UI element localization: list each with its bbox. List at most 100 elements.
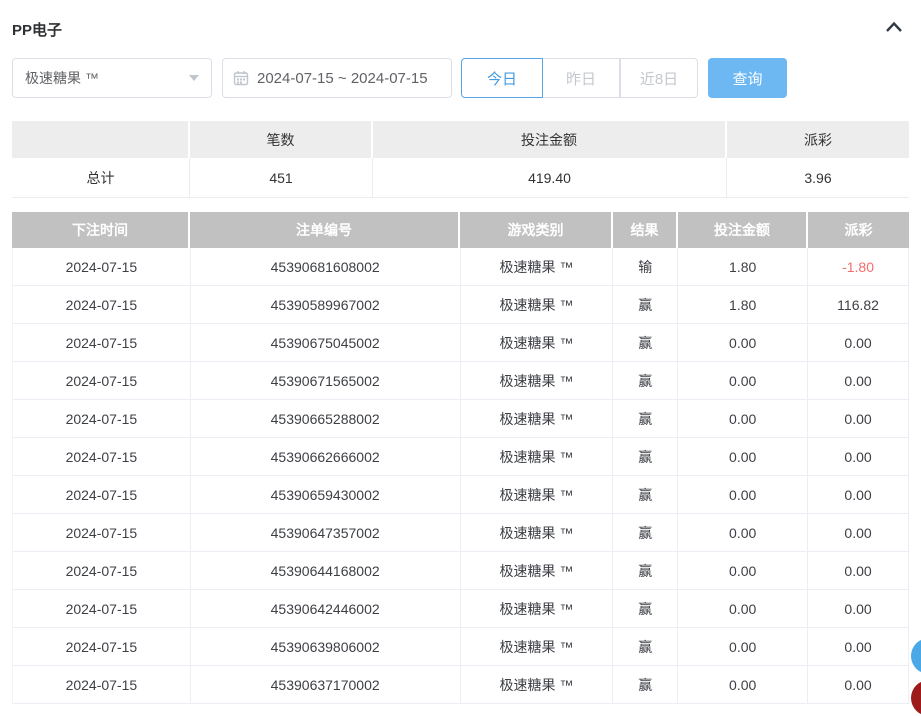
summary-column-header: 笔数 (190, 121, 373, 158)
table-cell: 0.00 (808, 628, 909, 665)
table-cell: 0.00 (678, 590, 808, 627)
panel-header: PP电子 (12, 14, 907, 44)
table-cell: 极速糖果 ™ (461, 552, 614, 589)
table-cell: 45390659430002 (191, 476, 461, 513)
table-cell: 2024-07-15 (13, 400, 191, 437)
table-cell: 0.00 (678, 438, 808, 475)
summary-total-bet-amount: 419.40 (373, 158, 727, 197)
panel-title: PP电子 (12, 19, 62, 40)
table-row: 2024-07-1545390662666002极速糖果 ™赢0.000.00 (12, 438, 909, 476)
table-cell: 45390647357002 (191, 514, 461, 551)
table-cell: 赢 (613, 628, 678, 665)
table-cell: 2024-07-15 (13, 438, 191, 475)
table-cell: 2024-07-15 (13, 514, 191, 551)
table-cell: 极速糖果 ™ (461, 514, 614, 551)
table-cell: 0.00 (678, 476, 808, 513)
yesterday-button[interactable]: 昨日 (543, 58, 620, 98)
table-row: 2024-07-1545390681608002极速糖果 ™输1.80-1.80 (12, 248, 909, 286)
table-cell: 0.00 (678, 514, 808, 551)
table-cell: 0.00 (678, 400, 808, 437)
query-button[interactable]: 查询 (708, 58, 787, 98)
game-select-value: 极速糖果 ™ (25, 68, 99, 88)
summary-header-row: 笔数 投注金额 派彩 (12, 121, 909, 158)
table-cell: 2024-07-15 (13, 628, 191, 665)
filters-bar: 极速糖果 ™ 2024-07-15 ~ 2024-07-15 今日 昨日 近8日… (12, 58, 787, 98)
table-cell: 0.00 (678, 666, 808, 703)
detail-column-header: 游戏类别 (460, 212, 613, 248)
table-cell: 2024-07-15 (13, 324, 191, 361)
table-cell: 1.80 (678, 286, 808, 323)
chevron-down-icon (189, 75, 199, 81)
summary-column-header (12, 121, 190, 158)
table-cell: 0.00 (808, 324, 909, 361)
table-cell: 0.00 (808, 666, 909, 703)
table-cell: 45390671565002 (191, 362, 461, 399)
table-cell: 赢 (613, 362, 678, 399)
table-cell: 极速糖果 ™ (461, 628, 614, 665)
detail-table: 下注时间注单编号游戏类别结果投注金额派彩 2024-07-15453906816… (12, 212, 909, 704)
detail-column-header: 注单编号 (190, 212, 460, 248)
table-cell: 极速糖果 ™ (461, 286, 614, 323)
table-cell: 0.00 (808, 438, 909, 475)
table-cell: 2024-07-15 (13, 666, 191, 703)
red-float-button[interactable] (911, 680, 921, 716)
table-cell: 2024-07-15 (13, 248, 191, 285)
table-cell: 极速糖果 ™ (461, 666, 614, 703)
table-cell: 45390665288002 (191, 400, 461, 437)
game-select[interactable]: 极速糖果 ™ (12, 58, 212, 98)
table-cell: 45390642446002 (191, 590, 461, 627)
table-cell: 0.00 (678, 628, 808, 665)
quick-date-buttons: 今日 昨日 近8日 (461, 58, 698, 98)
table-row: 2024-07-1545390665288002极速糖果 ™赢0.000.00 (12, 400, 909, 438)
table-cell: 极速糖果 ™ (461, 476, 614, 513)
blue-float-button[interactable] (911, 638, 921, 674)
table-cell: 0.00 (678, 552, 808, 589)
detail-table-body: 2024-07-1545390681608002极速糖果 ™输1.80-1.80… (12, 248, 909, 704)
table-cell: 极速糖果 ™ (461, 400, 614, 437)
table-cell: 0.00 (808, 590, 909, 627)
table-cell: 45390589967002 (191, 286, 461, 323)
table-cell: 赢 (613, 666, 678, 703)
date-range-picker[interactable]: 2024-07-15 ~ 2024-07-15 (222, 58, 452, 98)
table-cell: 赢 (613, 324, 678, 361)
detail-column-header: 结果 (613, 212, 678, 248)
table-cell: 极速糖果 ™ (461, 590, 614, 627)
table-cell: 0.00 (808, 362, 909, 399)
table-cell: 输 (613, 248, 678, 285)
today-button[interactable]: 今日 (461, 58, 543, 98)
detail-header-row: 下注时间注单编号游戏类别结果投注金额派彩 (12, 212, 909, 248)
collapse-panel-button[interactable] (881, 16, 907, 42)
table-cell: 2024-07-15 (13, 476, 191, 513)
table-cell: 2024-07-15 (13, 590, 191, 627)
table-cell: 45390644168002 (191, 552, 461, 589)
table-cell: 0.00 (808, 514, 909, 551)
table-cell: 0.00 (808, 400, 909, 437)
chevron-up-icon (885, 20, 903, 38)
last-8-days-button[interactable]: 近8日 (620, 58, 698, 98)
table-cell: 赢 (613, 590, 678, 627)
detail-column-header: 投注金额 (678, 212, 808, 248)
table-row: 2024-07-1545390642446002极速糖果 ™赢0.000.00 (12, 590, 909, 628)
table-cell: 2024-07-15 (13, 286, 191, 323)
table-cell: 赢 (613, 476, 678, 513)
table-cell: 极速糖果 ™ (461, 362, 614, 399)
table-cell: 赢 (613, 514, 678, 551)
summary-column-header: 投注金额 (373, 121, 727, 158)
table-row: 2024-07-1545390637170002极速糖果 ™赢0.000.00 (12, 666, 909, 704)
table-cell: 0.00 (808, 476, 909, 513)
table-cell: 0.00 (678, 362, 808, 399)
table-row: 2024-07-1545390589967002极速糖果 ™赢1.80116.8… (12, 286, 909, 324)
table-cell: 2024-07-15 (13, 552, 191, 589)
summary-total-payout: 3.96 (727, 158, 909, 197)
summary-column-header: 派彩 (727, 121, 909, 158)
table-cell: 赢 (613, 400, 678, 437)
table-cell: 0.00 (678, 324, 808, 361)
table-row: 2024-07-1545390644168002极速糖果 ™赢0.000.00 (12, 552, 909, 590)
table-cell: 极速糖果 ™ (461, 438, 614, 475)
table-cell: 赢 (613, 552, 678, 589)
table-cell: -1.80 (808, 248, 909, 285)
table-cell: 极速糖果 ™ (461, 248, 614, 285)
table-cell: 极速糖果 ™ (461, 324, 614, 361)
summary-table: 笔数 投注金额 派彩 总计 451 419.40 3.96 (12, 121, 909, 198)
table-cell: 45390675045002 (191, 324, 461, 361)
